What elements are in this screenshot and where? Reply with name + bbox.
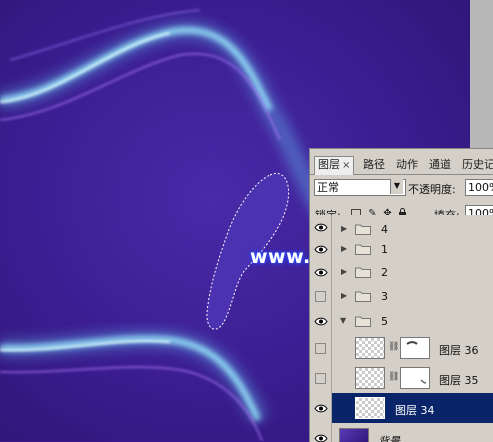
chain-link-icon[interactable]: ⛓ (388, 372, 399, 382)
layer-name: 1 (381, 243, 388, 256)
layer-thumbnail (339, 428, 369, 442)
layers-panel: 图层× 路径 动作 通道 历史记 正常 ▼ 不透明度: 100% 锁定: ✎ ✥… (309, 148, 493, 442)
tab-paths[interactable]: 路径 (360, 157, 388, 173)
folder-icon (355, 224, 371, 235)
visibility-cell[interactable] (310, 215, 332, 238)
visibility-cell[interactable] (310, 238, 332, 261)
eye-icon[interactable] (314, 317, 328, 326)
layer-name: 图层 35 (439, 374, 479, 387)
visibility-cell[interactable] (310, 284, 332, 309)
eye-icon[interactable] (314, 245, 328, 254)
chevron-down-icon[interactable]: ▼ (390, 179, 403, 194)
visibility-cell[interactable] (310, 333, 332, 363)
workspace-background (470, 0, 493, 150)
panel-tabs: 图层 × 路径 动作 通道 历史记 (310, 155, 493, 175)
expand-arrow-icon[interactable]: ▶ (341, 224, 347, 233)
visibility-cell[interactable] (310, 393, 332, 423)
layers-list: ▶ 4 ▶ 1 ▶ 2 ▶ 3 ▼ 5 ⛓ 图层 36 ⛓ 图层 35 图层 3… (310, 215, 493, 442)
tab-actions[interactable]: 动作 (393, 157, 421, 173)
layer-group-row[interactable]: ▶ 4 (310, 215, 493, 239)
visibility-toggle[interactable] (315, 343, 326, 354)
layer-thumbnail (355, 397, 385, 419)
visibility-toggle[interactable] (315, 291, 326, 302)
tab-layers-label: 图层 (318, 158, 340, 171)
layer-row[interactable]: ⛓ 图层 36 (310, 333, 493, 364)
layer-row[interactable]: ⛓ 图层 35 (310, 363, 493, 394)
collapse-arrow-icon[interactable]: ▼ (340, 316, 346, 325)
expand-arrow-icon[interactable]: ▶ (341, 267, 347, 276)
tab-history[interactable]: 历史记 (459, 157, 493, 173)
opacity-label: 不透明度: (408, 183, 456, 196)
visibility-cell[interactable] (310, 309, 332, 333)
layer-name: 3 (381, 290, 388, 303)
layer-row-selected[interactable]: 图层 34 (310, 393, 493, 424)
opacity-input[interactable]: 100% (465, 179, 493, 196)
layer-name: 图层 36 (439, 344, 479, 357)
layer-mask-thumbnail[interactable] (400, 337, 430, 359)
visibility-toggle[interactable] (315, 373, 326, 384)
layer-group-row[interactable]: ▼ 5 (310, 309, 493, 334)
folder-icon (355, 244, 371, 255)
eye-icon[interactable] (314, 404, 328, 413)
visibility-cell[interactable] (310, 423, 332, 442)
layer-name: 4 (381, 223, 388, 236)
layer-name: 2 (381, 266, 388, 279)
folder-icon (355, 267, 371, 278)
layer-thumbnail (355, 367, 385, 389)
layer-thumbnail (355, 337, 385, 359)
layer-name: 5 (381, 315, 388, 328)
eye-icon[interactable] (314, 223, 328, 232)
tab-channels[interactable]: 通道 (426, 157, 454, 173)
layer-mask-thumbnail[interactable] (400, 367, 430, 389)
eye-icon[interactable] (314, 268, 328, 277)
folder-icon (355, 291, 371, 302)
layer-row[interactable]: 背景 (310, 423, 493, 442)
expand-arrow-icon[interactable]: ▶ (341, 291, 347, 300)
expand-arrow-icon[interactable]: ▶ (341, 244, 347, 253)
close-icon[interactable]: × (342, 160, 350, 171)
blend-row: 正常 ▼ 不透明度: 100% (310, 178, 493, 198)
layer-group-row[interactable]: ▶ 2 (310, 261, 493, 285)
folder-icon (355, 316, 371, 327)
chain-link-icon[interactable]: ⛓ (388, 342, 399, 352)
tab-layers[interactable]: 图层 × (314, 156, 355, 175)
visibility-cell[interactable] (310, 261, 332, 284)
layer-group-row[interactable]: ▶ 1 (310, 238, 493, 262)
layer-name: 图层 34 (395, 404, 435, 417)
layer-group-row[interactable]: ▶ 3 (310, 284, 493, 310)
visibility-cell[interactable] (310, 363, 332, 393)
